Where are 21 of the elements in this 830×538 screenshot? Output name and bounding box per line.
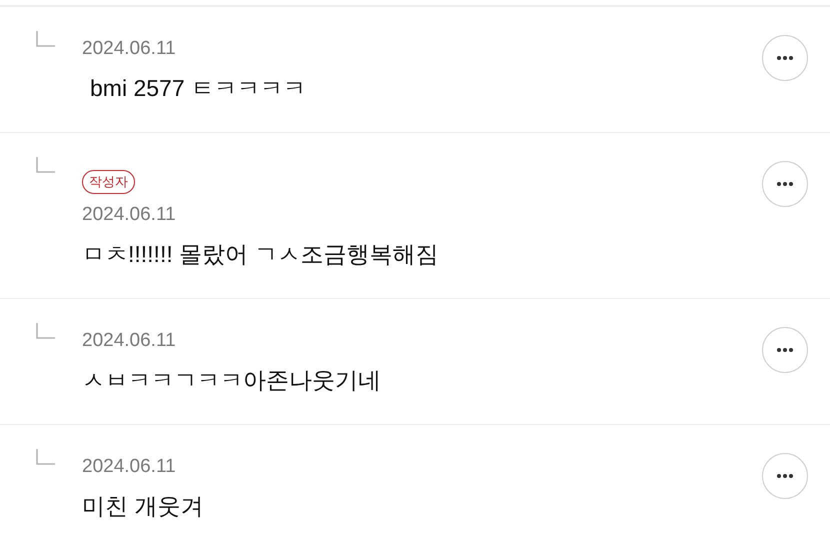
- more-icon: [777, 56, 793, 60]
- comment-text: ㅁㅊ!!!!!!! 몰랐어 ㄱㅅ조금행복해짐: [82, 240, 439, 269]
- comment-date: 2024.06.11: [82, 329, 176, 353]
- more-icon: [777, 348, 793, 352]
- more-button[interactable]: [762, 161, 808, 207]
- reply-icon: [36, 157, 55, 173]
- comment-date: 2024.06.11: [82, 455, 176, 479]
- reply-icon: [36, 323, 55, 339]
- comment-text: 미친 개웃겨: [82, 492, 204, 521]
- comment-text: bmi 2577 ㅌㅋㅋㅋㅋ: [89, 74, 306, 103]
- more-button[interactable]: [762, 35, 808, 81]
- comment-date: 2024.06.11: [82, 203, 176, 227]
- more-icon: [777, 474, 793, 478]
- comment-text: ㅅㅂㅋㅋㄱㅋㅋ아존나웃기네: [82, 366, 381, 395]
- reply-icon: [36, 449, 55, 465]
- more-icon: [777, 182, 793, 186]
- more-button[interactable]: [762, 327, 808, 373]
- author-badge: 작성자: [82, 170, 135, 194]
- comment-date: 2024.06.11: [82, 37, 176, 61]
- more-button[interactable]: [762, 453, 808, 499]
- reply-icon: [36, 31, 55, 47]
